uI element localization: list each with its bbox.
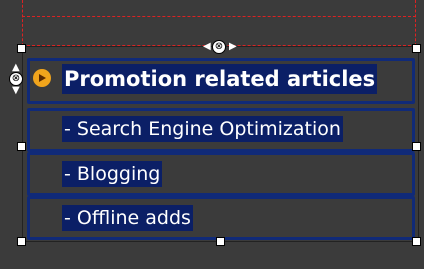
list-heading[interactable]: Promotion related articles (62, 64, 378, 94)
editor-canvas: Promotion related articles - Search Engi… (0, 0, 424, 269)
move-handle-icon[interactable]: ⊗ (9, 72, 23, 86)
resize-handle-top-left[interactable] (17, 44, 26, 53)
circle-arrow-bullet-icon (33, 69, 51, 87)
arrow-down-icon: ▼ (12, 85, 20, 96)
resize-handle-middle-left[interactable] (17, 142, 26, 151)
list-item[interactable]: - Search Engine Optimization (62, 116, 343, 142)
resize-handle-bottom-middle[interactable] (216, 237, 225, 246)
resize-handle-middle-right[interactable] (412, 142, 421, 151)
resize-handle-top-right[interactable] (412, 44, 421, 53)
list-item[interactable]: - Blogging (62, 161, 163, 187)
list-item[interactable]: - Offline adds (62, 205, 193, 231)
arrow-right-icon: ▶ (229, 41, 237, 52)
move-handle-icon[interactable]: ⊗ (212, 40, 226, 54)
upper-container-divider (22, 16, 416, 17)
arrow-left-icon: ◀ (203, 41, 211, 52)
resize-handle-bottom-left[interactable] (17, 237, 26, 246)
resize-handle-bottom-right[interactable] (412, 237, 421, 246)
